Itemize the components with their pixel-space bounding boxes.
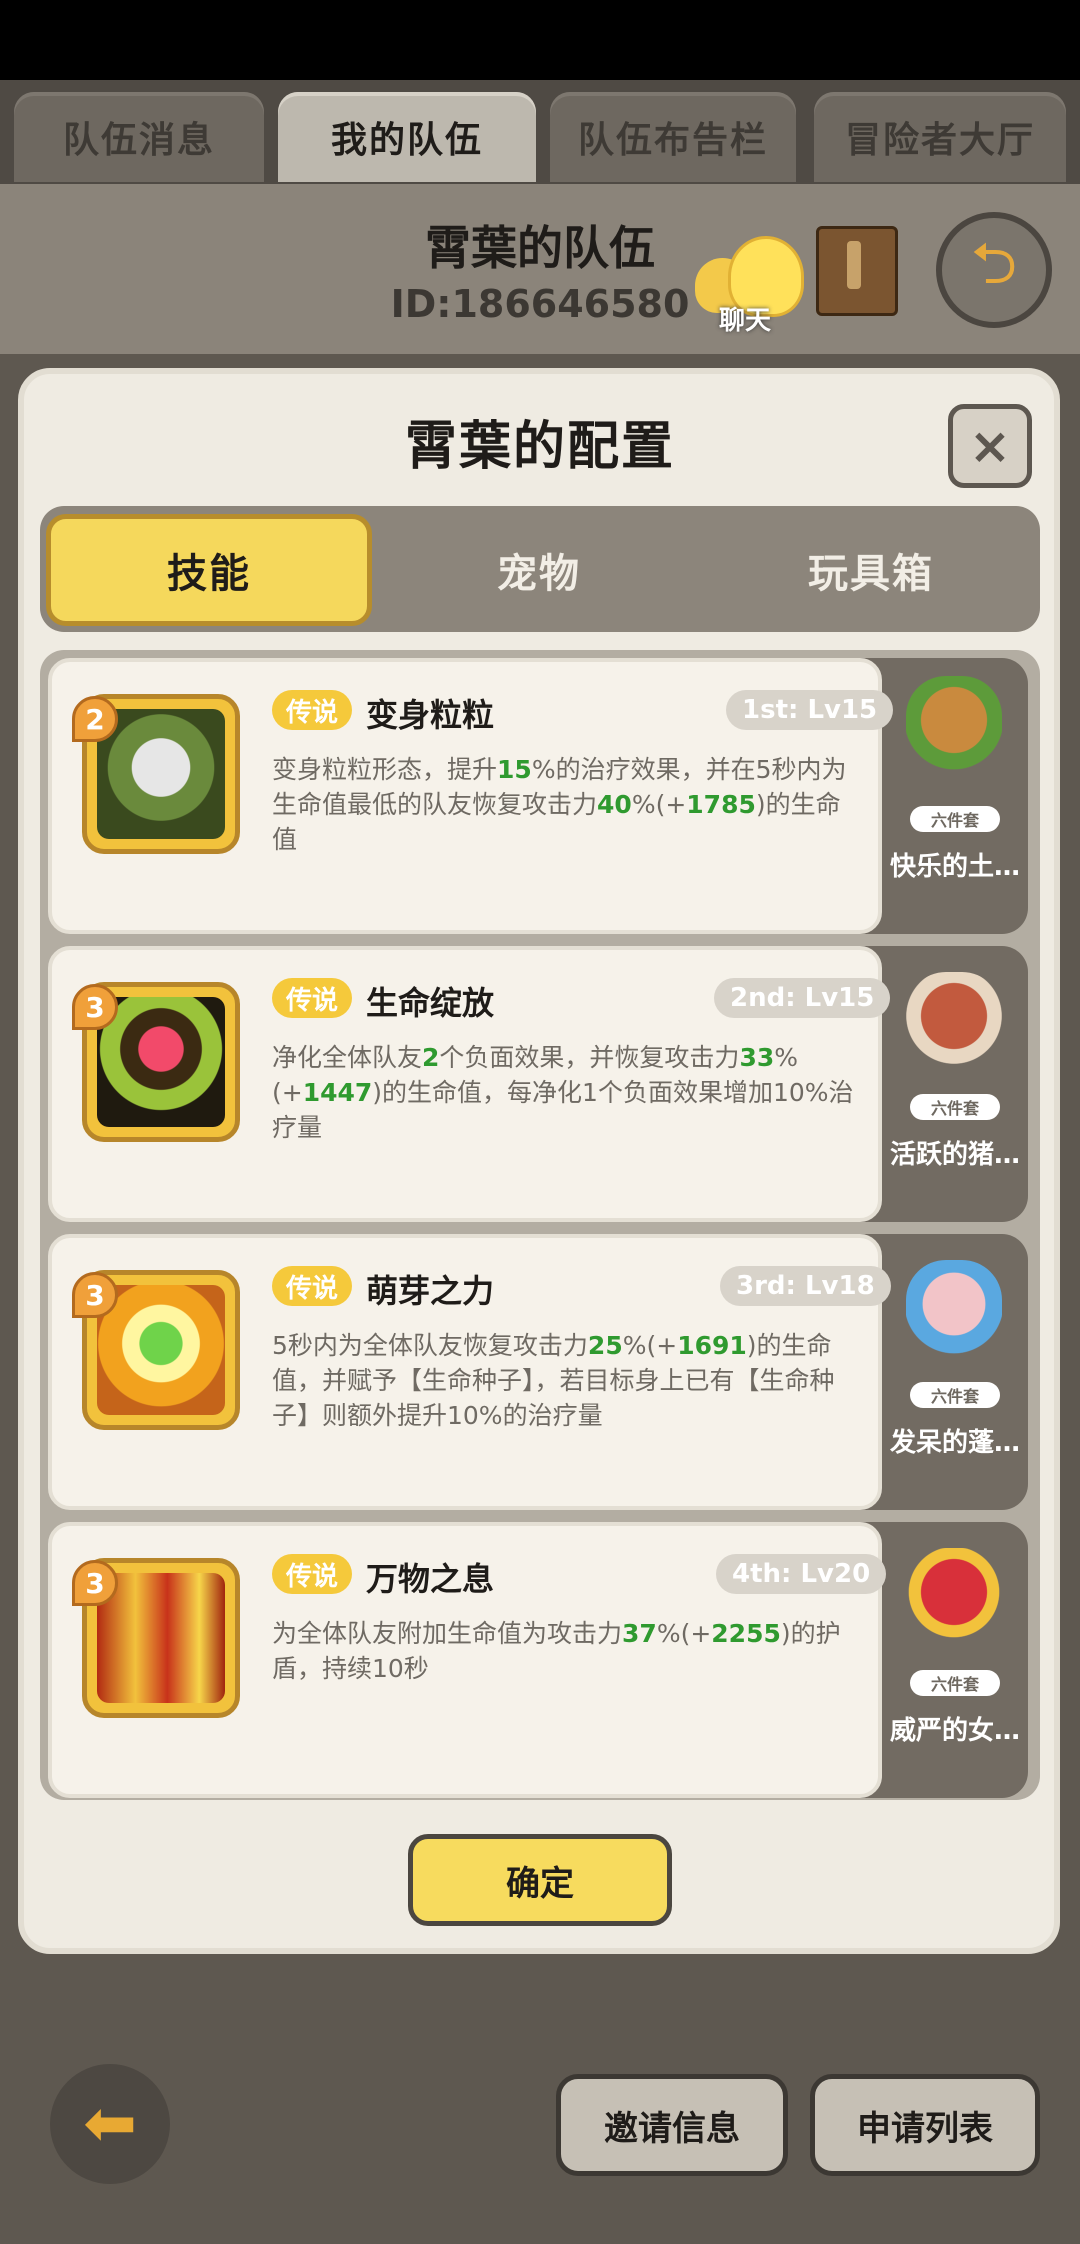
close-button[interactable]: × <box>948 404 1032 488</box>
pet-name: 威严的女… <box>889 1716 1020 1746</box>
status-bar <box>0 0 1080 80</box>
skill-level-badge: 3 <box>72 984 118 1030</box>
panel-title: 霄葉的配置 <box>404 417 675 477</box>
invite-info-button[interactable]: 邀请信息 <box>556 2074 788 2176</box>
team-id: ID:186646580 <box>390 282 690 326</box>
pet-name: 快乐的土… <box>889 852 1020 882</box>
pet-name: 活跃的猪… <box>889 1140 1020 1170</box>
rarity-badge: 传说 <box>272 1554 353 1594</box>
skill-name: 生命绽放 <box>366 984 495 1022</box>
apply-list-button[interactable]: 申请列表 <box>810 2074 1040 2176</box>
tab-team-messages[interactable]: 队伍消息 <box>14 92 264 182</box>
skill-slot: 3rd: Lv18 <box>720 1266 891 1306</box>
team-name: 霄葉的队伍 <box>425 221 655 275</box>
pet-set-badge: 六件套 <box>910 1382 1000 1408</box>
skill-slot: 2nd: Lv15 <box>714 978 891 1018</box>
skill-description: 净化全体队友2个负面效果，并恢复攻击力33%(+1447)的生命值，每净化1个负… <box>272 1043 854 1142</box>
pet-figure-icon <box>906 676 1002 786</box>
skill-level-badge: 2 <box>72 696 118 742</box>
back-button[interactable]: ⬅ <box>50 2064 170 2184</box>
pet-set-badge: 六件套 <box>910 1094 1000 1120</box>
chat-button[interactable]: 聊天 <box>690 236 804 336</box>
skill-level-badge: 3 <box>72 1272 118 1318</box>
tab-team-bulletin[interactable]: 队伍布告栏 <box>550 92 796 182</box>
chat-label: 聊天 <box>718 306 771 336</box>
segment-toybox[interactable]: 玩具箱 <box>706 514 1036 626</box>
skill-slot: 1st: Lv15 <box>726 690 894 730</box>
rarity-badge: 传说 <box>272 978 353 1018</box>
pet-slot[interactable]: 六件套 发呆的蓬… <box>884 1234 1026 1510</box>
pet-figure-icon <box>906 1548 1002 1658</box>
confirm-button[interactable]: 确定 <box>408 1834 672 1926</box>
rarity-badge: 传说 <box>272 690 353 730</box>
rarity-badge: 传说 <box>272 1266 353 1306</box>
skill-slot: 4th: Lv20 <box>716 1554 887 1594</box>
tab-adventurer-hall[interactable]: 冒险者大厅 <box>814 92 1066 182</box>
back-arrow-icon: ⬅ <box>83 2087 137 2161</box>
pet-slot[interactable]: 六件套 快乐的土… <box>884 658 1026 934</box>
skill-name: 萌芽之力 <box>366 1272 495 1310</box>
pet-slot[interactable]: 六件套 威严的女… <box>884 1522 1026 1798</box>
exit-arrow-icon: ⮌ <box>970 228 1018 297</box>
segment-skills[interactable]: 技能 <box>46 514 372 626</box>
skill-name: 万物之息 <box>366 1560 495 1598</box>
skill-name: 变身粒粒 <box>366 696 495 734</box>
skill-description: 为全体队友附加生命值为攻击力37%(+2255)的护盾，持续10秒 <box>272 1619 841 1683</box>
pet-set-badge: 六件套 <box>910 806 1000 832</box>
exit-team-button[interactable]: ⮌ <box>936 212 1052 328</box>
pet-figure-icon <box>906 972 1002 1082</box>
bulletin-scroll-icon[interactable] <box>816 226 898 316</box>
skill-description: 5秒内为全体队友恢复攻击力25%(+1691)的生命值，并赋予【生命种子】，若目… <box>272 1331 835 1430</box>
skill-description: 变身粒粒形态，提升15%的治疗效果，并在5秒内为生命值最低的队友恢复攻击力40%… <box>272 755 847 854</box>
pet-set-badge: 六件套 <box>910 1670 1000 1696</box>
tab-my-team[interactable]: 我的队伍 <box>278 92 536 182</box>
segment-pets[interactable]: 宠物 <box>376 514 702 626</box>
pet-figure-icon <box>906 1260 1002 1370</box>
pet-slot[interactable]: 六件套 活跃的猪… <box>884 946 1026 1222</box>
pet-name: 发呆的蓬… <box>889 1428 1020 1458</box>
skill-level-badge: 3 <box>72 1560 118 1606</box>
